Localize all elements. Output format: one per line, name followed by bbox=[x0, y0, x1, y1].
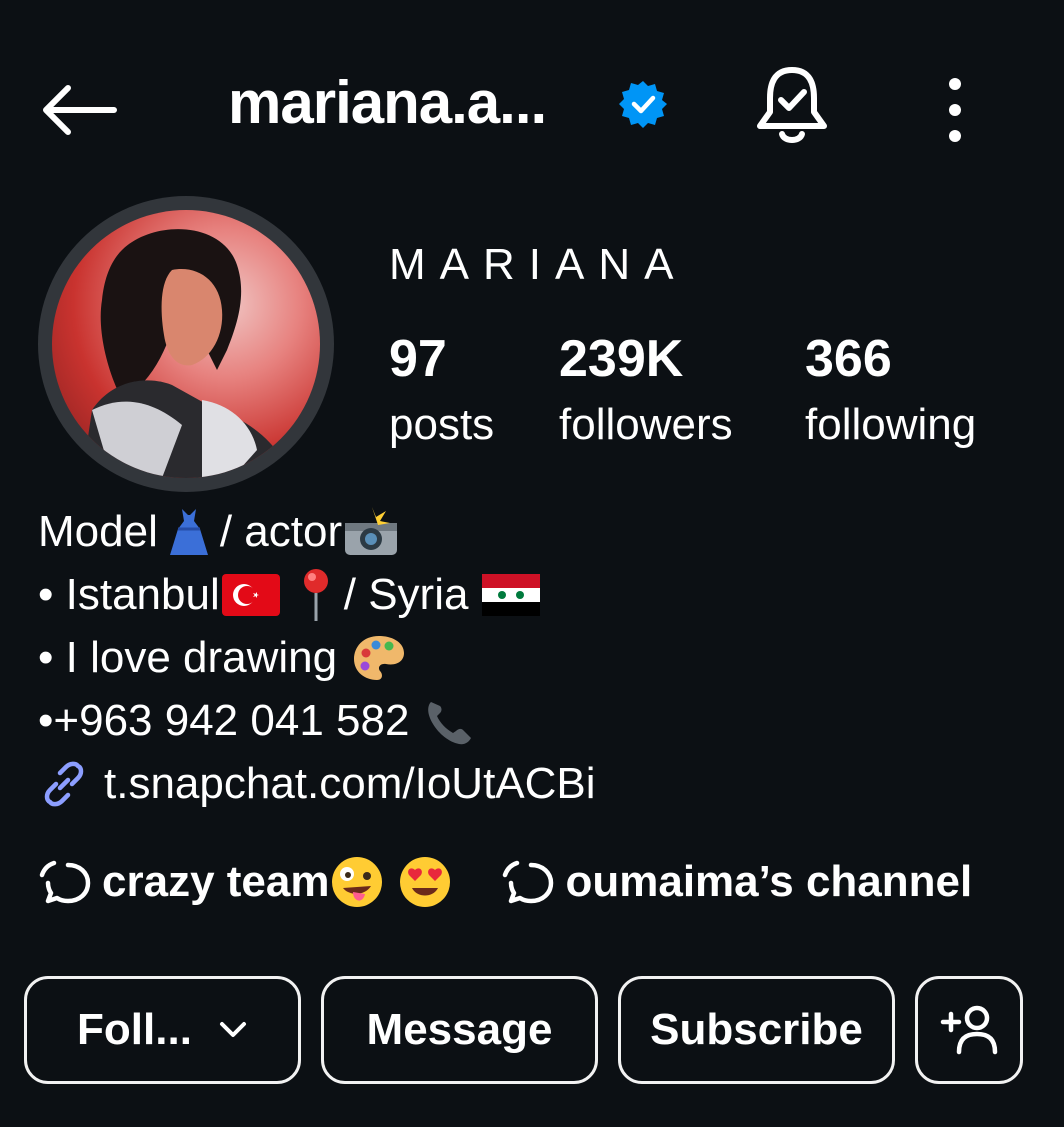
zany-face-icon bbox=[332, 857, 383, 907]
bio-line-2-mid: / Syria bbox=[343, 570, 469, 619]
subscribe-button[interactable]: Subscribe bbox=[618, 976, 895, 1084]
bio-line-3: • I love drawing bbox=[38, 626, 596, 689]
stat-followers[interactable]: 239K followers bbox=[559, 330, 733, 454]
link-icon bbox=[44, 761, 84, 806]
bio-line-2-text: • Istanbul bbox=[38, 570, 220, 619]
bio-line-4: •+963 942 041 582 bbox=[38, 689, 596, 752]
more-vertical-icon bbox=[949, 78, 961, 142]
chevron-down-icon bbox=[219, 1022, 246, 1037]
stat-following[interactable]: 366 following bbox=[805, 330, 976, 454]
avatar[interactable] bbox=[52, 210, 320, 478]
suggested-users-button[interactable] bbox=[915, 976, 1023, 1084]
map-pin-icon bbox=[303, 568, 328, 621]
posts-count: 97 bbox=[389, 330, 447, 388]
following-label: following bbox=[805, 400, 977, 449]
avatar-ring[interactable] bbox=[38, 196, 334, 492]
verified-badge-icon bbox=[619, 81, 667, 128]
heart-eyes-icon bbox=[400, 857, 451, 907]
channel-crazy-team[interactable]: crazy team bbox=[38, 854, 461, 910]
following-button-label: Foll... bbox=[77, 1005, 192, 1054]
palette-icon bbox=[354, 635, 405, 680]
channel-chat-icon bbox=[39, 860, 91, 904]
arrow-left-icon bbox=[43, 85, 117, 135]
bio-link-row[interactable]: t.snapchat.com/IoUtACBi bbox=[38, 752, 596, 815]
bio-line-1-text: Model bbox=[38, 507, 158, 556]
camera-flash-icon bbox=[345, 506, 398, 555]
bio-line-2: • Istanbul / Syria bbox=[38, 563, 596, 626]
bio-line-4-text: •+963 942 041 582 bbox=[38, 696, 410, 745]
dress-icon bbox=[169, 508, 208, 555]
channel-oumaima[interactable]: oumaima’s channel bbox=[501, 857, 972, 907]
bell-check-icon bbox=[757, 67, 827, 143]
notifications-button[interactable] bbox=[752, 62, 832, 148]
display-name: MARIANA bbox=[389, 240, 688, 289]
following-dropdown-button[interactable]: Foll... bbox=[24, 976, 301, 1084]
syria-flag-icon bbox=[482, 573, 541, 616]
turkey-flag-icon bbox=[221, 573, 280, 616]
subscribe-button-label: Subscribe bbox=[650, 1005, 863, 1054]
bio-line-1-mid: / actor bbox=[219, 507, 343, 556]
channel-name: crazy team bbox=[102, 857, 330, 906]
followers-count: 239K bbox=[559, 330, 684, 388]
add-person-icon bbox=[940, 1005, 998, 1055]
channel-chat-icon bbox=[503, 860, 554, 904]
broadcast-channels: crazy team oumaima’s channel bbox=[38, 850, 1012, 914]
more-options-button[interactable] bbox=[930, 70, 980, 146]
followers-label: followers bbox=[559, 400, 733, 449]
back-button[interactable] bbox=[38, 80, 118, 140]
phone-icon bbox=[428, 701, 472, 744]
channel-name: oumaima’s channel bbox=[565, 857, 973, 906]
message-button-label: Message bbox=[366, 1005, 553, 1054]
stat-posts[interactable]: 97 posts bbox=[389, 330, 494, 454]
avatar-photo bbox=[82, 229, 292, 478]
message-button[interactable]: Message bbox=[321, 976, 598, 1084]
posts-label: posts bbox=[389, 400, 495, 449]
bio: Model / actor • Istanbul / Syria • I lov… bbox=[38, 500, 596, 815]
bio-link[interactable]: t.snapchat.com/IoUtACBi bbox=[104, 759, 596, 809]
bio-line-1: Model / actor bbox=[38, 500, 596, 563]
top-bar: mariana.a... bbox=[0, 60, 1064, 150]
profile-username: mariana.a... bbox=[228, 69, 547, 136]
following-count: 366 bbox=[805, 330, 892, 388]
bio-line-3-text: • I love drawing bbox=[38, 633, 338, 682]
profile-screen: mariana.a... MARIANA 97 posts 239K follo… bbox=[0, 0, 1064, 1127]
